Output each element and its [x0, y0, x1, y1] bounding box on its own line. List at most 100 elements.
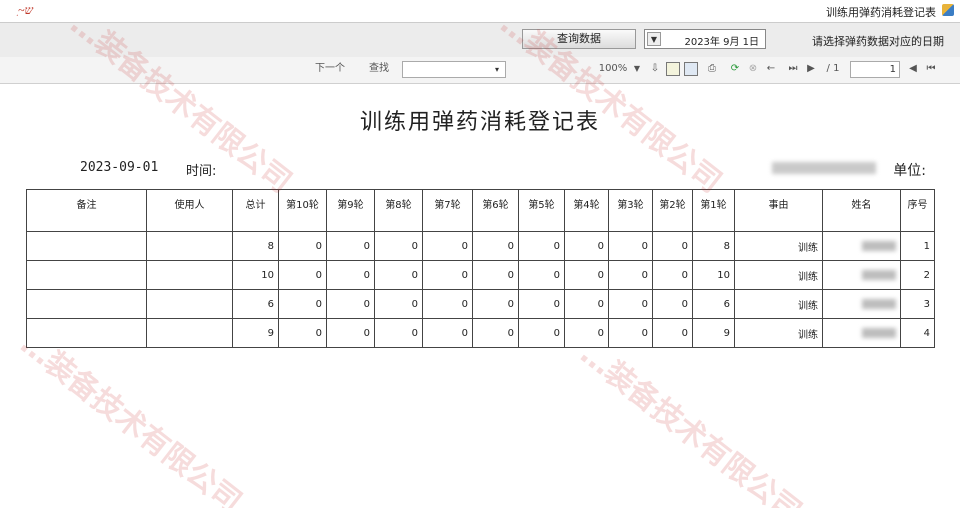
round-cell: 0 [422, 260, 473, 290]
round-cell: 0 [564, 260, 609, 290]
last-page-icon[interactable]: ⏭ [786, 61, 800, 77]
round-cell: 8 [692, 231, 735, 261]
layout-icon[interactable] [666, 62, 680, 76]
find-input[interactable]: ▾ [402, 61, 506, 78]
page-number-input[interactable]: 1 [850, 61, 900, 78]
redacted-name [862, 269, 896, 280]
zoom-level[interactable]: 100% [596, 61, 630, 77]
page-setup-icon[interactable] [684, 62, 698, 76]
reason-cell: 训练 [734, 231, 823, 261]
table-row: 2 训练 10 0 0 0 0 0 0 0 0 0 10 [26, 260, 935, 290]
column-header: 第6轮 [472, 189, 519, 232]
round-cell: 0 [278, 260, 327, 290]
date-prompt-label: 请选择弹药数据对应的日期 [812, 35, 944, 48]
next-page-icon[interactable]: ▶ [804, 61, 818, 77]
window-title: 训练用弹药消耗登记表 [826, 6, 936, 19]
consumption-table: 序号 姓名 事由 第1轮 第2轮 第3轮 第4轮 第5轮 第6轮 第7轮 第8轮… [26, 189, 935, 348]
total-cell: 6 [232, 289, 279, 319]
round-cell: 0 [608, 289, 653, 319]
reason-cell: 训练 [734, 289, 823, 319]
user-cell [146, 231, 233, 261]
note-cell [26, 289, 147, 319]
redacted-name [862, 327, 896, 338]
round-cell: 0 [326, 231, 375, 261]
column-header: 第3轮 [608, 189, 653, 232]
round-cell: 0 [608, 231, 653, 261]
round-cell: 10 [692, 260, 735, 290]
export-icon[interactable]: ⇩ [648, 61, 662, 77]
column-header: 第8轮 [374, 189, 423, 232]
print-icon[interactable]: ⎙ [704, 61, 720, 77]
round-cell: 0 [326, 260, 375, 290]
round-cell: 0 [652, 289, 693, 319]
reason-cell: 训练 [734, 260, 823, 290]
round-cell: 0 [374, 318, 423, 348]
round-cell: 0 [652, 231, 693, 261]
stop-icon[interactable]: ⊗ [746, 61, 760, 77]
column-header: 第2轮 [652, 189, 693, 232]
prev-page-icon[interactable]: ◀ [906, 61, 920, 77]
round-cell: 0 [278, 231, 327, 261]
round-cell: 0 [278, 318, 327, 348]
name-cell [822, 318, 901, 348]
round-cell: 0 [518, 318, 565, 348]
calendar-dropdown-icon[interactable]: ▼ [647, 32, 661, 46]
total-cell: 10 [232, 260, 279, 290]
note-cell [26, 231, 147, 261]
column-header: 第10轮 [278, 189, 327, 232]
user-cell [146, 289, 233, 319]
back-icon[interactable]: ← [764, 61, 778, 77]
date-picker[interactable]: ▼ 2023年 9月 1日 [644, 29, 766, 49]
column-header: 总计 [232, 189, 279, 232]
round-cell: 0 [564, 318, 609, 348]
seq-cell: 4 [900, 318, 935, 348]
note-cell [26, 260, 147, 290]
name-cell [822, 231, 901, 261]
round-cell: 0 [518, 260, 565, 290]
parameter-bar: 请选择弹药数据对应的日期 ▼ 2023年 9月 1日 查询数据 [0, 22, 960, 58]
round-cell: 0 [652, 318, 693, 348]
round-cell: 0 [608, 260, 653, 290]
column-header: 第1轮 [692, 189, 735, 232]
column-header: 事由 [734, 189, 823, 232]
round-cell: 0 [374, 289, 423, 319]
find-dropdown-icon[interactable]: ▾ [495, 62, 499, 77]
round-cell: 9 [692, 318, 735, 348]
seq-cell: 3 [900, 289, 935, 319]
total-cell: 8 [232, 231, 279, 261]
round-cell: 0 [608, 318, 653, 348]
user-cell [146, 318, 233, 348]
find-link[interactable]: 查找 [364, 61, 394, 77]
round-cell: 0 [518, 231, 565, 261]
find-next-link[interactable]: 下一个 [306, 61, 354, 77]
column-header: 第5轮 [518, 189, 565, 232]
table-row: 3 训练 6 0 0 0 0 0 0 0 0 0 6 [26, 289, 935, 319]
round-cell: 0 [564, 289, 609, 319]
table-row: 1 训练 8 0 0 0 0 0 0 0 0 0 8 [26, 231, 935, 261]
round-cell: 0 [518, 289, 565, 319]
report-date: 2023-09-01 [80, 160, 159, 175]
total-cell: 9 [232, 318, 279, 348]
user-cell [146, 260, 233, 290]
round-cell: 0 [326, 289, 375, 319]
report-title: 训练用弹药消耗登记表 [359, 110, 600, 135]
query-data-button[interactable]: 查询数据 [522, 29, 636, 49]
round-cell: 0 [374, 231, 423, 261]
zoom-dropdown-icon[interactable]: ▼ [632, 61, 642, 77]
column-header: 第9轮 [326, 189, 375, 232]
column-header: 第4轮 [564, 189, 609, 232]
watermark-text: …装备技术有限公司 [573, 336, 808, 508]
round-cell: 0 [652, 260, 693, 290]
table-header-row: 序号 姓名 事由 第1轮 第2轮 第3轮 第4轮 第5轮 第6轮 第7轮 第8轮… [26, 189, 935, 232]
round-cell: 6 [692, 289, 735, 319]
first-page-icon[interactable]: ⏮ [924, 61, 938, 77]
name-cell [822, 289, 901, 319]
column-header: 序号 [900, 189, 935, 232]
title-bar: 训练用弹药消耗登记表 ~ֽש [0, 0, 960, 22]
refresh-icon[interactable]: ⟳ [728, 61, 742, 77]
reason-cell: 训练 [734, 318, 823, 348]
unit-value-redacted [772, 162, 876, 174]
seq-cell: 1 [900, 231, 935, 261]
column-header: 备注 [26, 189, 147, 232]
round-cell: 0 [422, 318, 473, 348]
